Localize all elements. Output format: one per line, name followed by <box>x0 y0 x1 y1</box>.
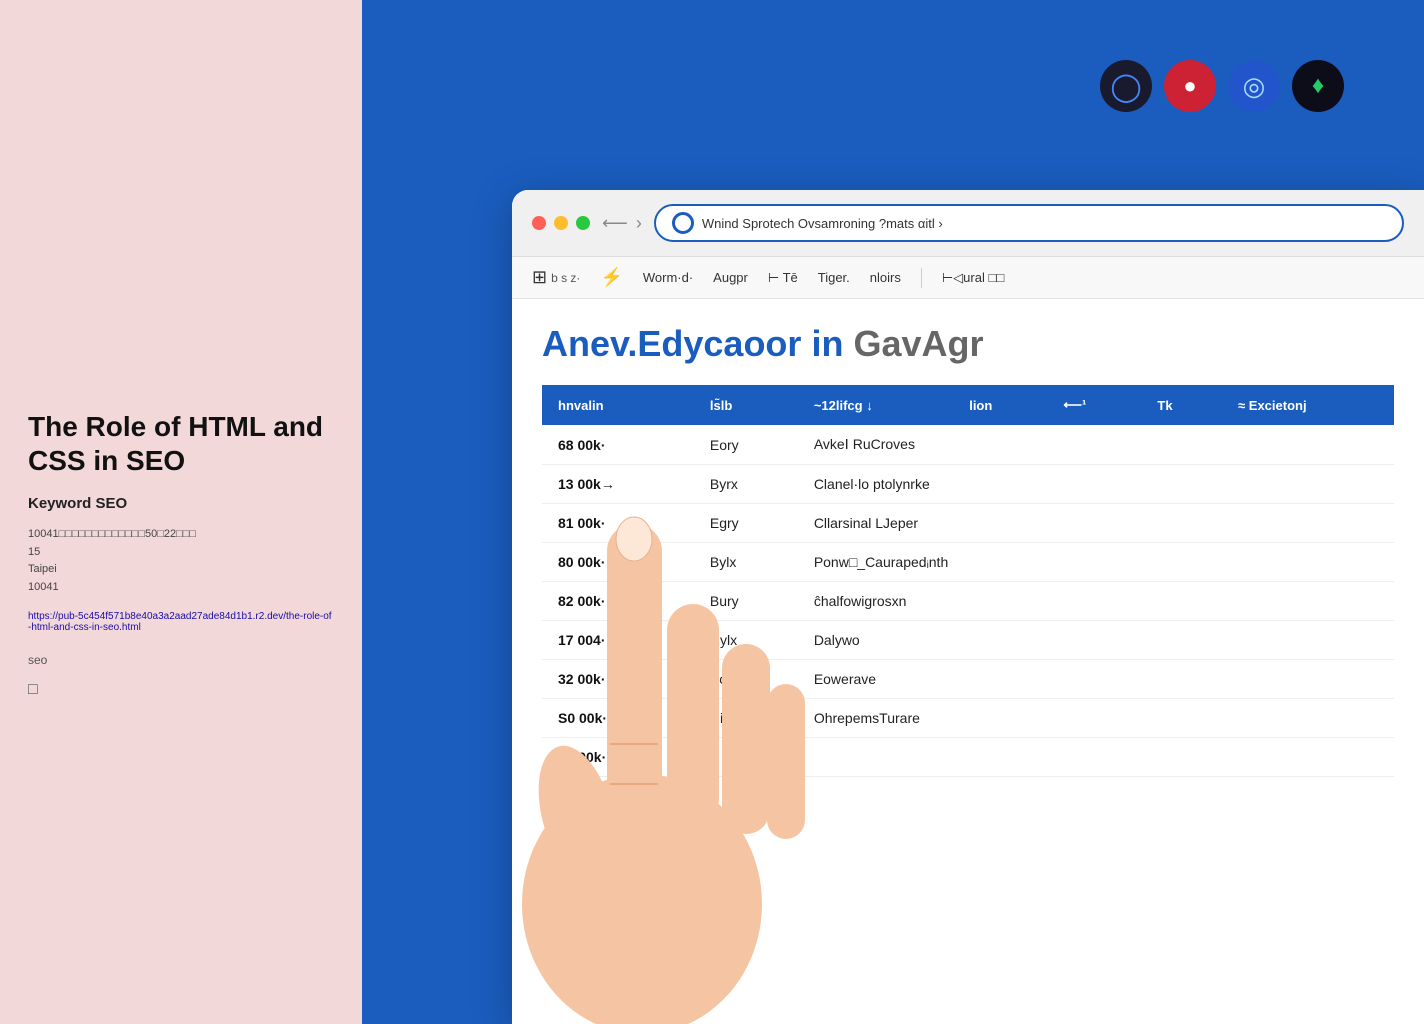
cell-name: Eowerave <box>798 660 1394 699</box>
cell-name: AvkeⅠ RuCroves <box>798 425 1394 465</box>
cell-type: Bury <box>694 582 798 621</box>
cell-name: ĉhalfowigrosxn <box>798 582 1394 621</box>
table-row: S0 00k· Nillv OhrepemsTurare <box>542 699 1394 738</box>
table-row: 81 00k· Egry Cllarsinal LJeper <box>542 504 1394 543</box>
traffic-light-yellow[interactable] <box>554 216 568 230</box>
col-header-1: hnvalin <box>542 385 694 425</box>
sidebar-icon: □ <box>28 681 334 699</box>
cell-name: Cllarsinal LJeper <box>798 504 1394 543</box>
sidebar-meta: 10041□□□□□□□□□□□□□50□22□□□ 15 Taipei 100… <box>28 526 334 596</box>
col-header-4: lion <box>953 385 1047 425</box>
table-row: 80 00k· Bylx Ponw□_Caurapedᵢnth <box>542 543 1394 582</box>
cell-type <box>694 738 798 777</box>
title-part2: Edycaoor <box>637 323 801 364</box>
cell-type: Egry <box>694 504 798 543</box>
table-row: 82 00k· Bury ĉhalfowigrosxn <box>542 582 1394 621</box>
address-bar-text: Wnind Sprotech Ovsamroning ?mats αitl › <box>702 216 1386 231</box>
col-header-3: ~12lifcg ↓ <box>798 385 953 425</box>
title-part4: GavAgr <box>853 323 983 364</box>
top-icon-1: ◯ <box>1100 60 1152 112</box>
browser-icon <box>672 212 694 234</box>
col-header-7: ≈ Excietonj <box>1222 385 1394 425</box>
cell-vol: 17 004· <box>542 621 694 660</box>
cell-vol: 32 00k· <box>542 660 694 699</box>
col-header-2: ls̃lb <box>694 385 798 425</box>
sidebar-url[interactable]: https://pub-5c454f571b8e40a3a2aad27ade84… <box>28 611 334 633</box>
table-row: 13 00k→ Byrx Clanel·lo ptolynrke <box>542 465 1394 504</box>
cell-name: OhrepemsTurare <box>798 699 1394 738</box>
toolbar-item-te[interactable]: ⊢ Tē <box>768 270 798 286</box>
cell-name: Ponw□_Caurapedᵢnth <box>798 543 1394 582</box>
cell-type: Bory <box>694 660 798 699</box>
top-icon-3: ◎ <box>1228 60 1280 112</box>
cell-vol: 13 00k→ <box>542 465 694 504</box>
browser-content: Anev.Edycaoor in GavAgr hnvalin ls̃lb ~1… <box>512 299 1424 801</box>
cell-vol: 82 00k· <box>542 582 694 621</box>
toolbar-item-worm[interactable]: Worm·d· <box>643 270 693 285</box>
cell-vol: 81 00k· <box>542 504 694 543</box>
main-area: ◯ ● ◎ ♦ ⟵ › Wnind Sprotech Ovsa <box>362 0 1424 1024</box>
table-row: 68 00k· Eory AvkeⅠ RuCroves <box>542 425 1394 465</box>
toolbar-item-1[interactable]: ⊞ b s z· <box>532 267 580 288</box>
toolbar-item-ural[interactable]: ⊢◁ural □□ <box>942 270 1004 286</box>
cell-name <box>798 738 1394 777</box>
cell-type: Byrx <box>694 465 798 504</box>
top-icon-4: ♦ <box>1292 60 1344 112</box>
sidebar: The Role of HTML and CSS in SEO Keyword … <box>0 0 362 1024</box>
nav-back-button[interactable]: ⟵ <box>602 213 628 234</box>
traffic-light-green[interactable] <box>576 216 590 230</box>
toolbar-item-2[interactable]: ⚡ <box>600 267 622 288</box>
col-header-5: ⟵¹ <box>1047 385 1141 425</box>
top-icon-2: ● <box>1164 60 1216 112</box>
address-bar[interactable]: Wnind Sprotech Ovsamroning ?mats αitl › <box>654 204 1404 242</box>
sidebar-tag: seo <box>28 653 334 667</box>
toolbar-item-tiger[interactable]: Tiger. <box>818 270 850 285</box>
browser-window: ⟵ › Wnind Sprotech Ovsamroning ?mats αit… <box>512 190 1424 1024</box>
data-table: hnvalin ls̃lb ~12lifcg ↓ lion ⟵¹ Tk ≈ Ex… <box>542 385 1394 777</box>
cell-vol: S0 00k· <box>542 699 694 738</box>
table-row: 32 00k· Bory Eowerave <box>542 660 1394 699</box>
nav-forward-button[interactable]: › <box>636 213 642 234</box>
cell-type: Rylx <box>694 621 798 660</box>
col-header-6: Tk <box>1141 385 1222 425</box>
sidebar-title: The Role of HTML and CSS in SEO <box>28 410 334 477</box>
cell-vol: 68 00k· <box>542 425 694 465</box>
browser-chrome: ⟵ › Wnind Sprotech Ovsamroning ?mats αit… <box>512 190 1424 257</box>
browser-toolbar: ⊞ b s z· ⚡ Worm·d· Augpr ⊢ Tē Tiger. nlo… <box>512 257 1424 299</box>
cell-type: Bylx <box>694 543 798 582</box>
content-title: Anev.Edycaoor in GavAgr <box>542 323 1394 365</box>
traffic-light-red[interactable] <box>532 216 546 230</box>
toolbar-separator <box>921 268 922 288</box>
table-row: 17 004· Rylx Dalywo <box>542 621 1394 660</box>
table-row: 8F 00k· <box>542 738 1394 777</box>
cell-name: Dalywo <box>798 621 1394 660</box>
cell-type: Nillv <box>694 699 798 738</box>
nav-controls: ⟵ › <box>602 213 642 234</box>
top-icons-group: ◯ ● ◎ ♦ <box>1100 60 1344 112</box>
table-header-row: hnvalin ls̃lb ~12lifcg ↓ lion ⟵¹ Tk ≈ Ex… <box>542 385 1394 425</box>
toolbar-item-augpr[interactable]: Augpr <box>713 270 748 285</box>
toolbar-item-nloirs[interactable]: nloirs <box>870 270 901 285</box>
cell-type: Eory <box>694 425 798 465</box>
title-part3: in <box>811 323 843 364</box>
cell-vol: 8F 00k· <box>542 738 694 777</box>
traffic-lights <box>532 216 590 230</box>
cell-vol: 80 00k· <box>542 543 694 582</box>
cell-name: Clanel·lo ptolynrke <box>798 465 1394 504</box>
title-part1: Anev. <box>542 323 637 364</box>
sidebar-subtitle: Keyword SEO <box>28 495 334 512</box>
